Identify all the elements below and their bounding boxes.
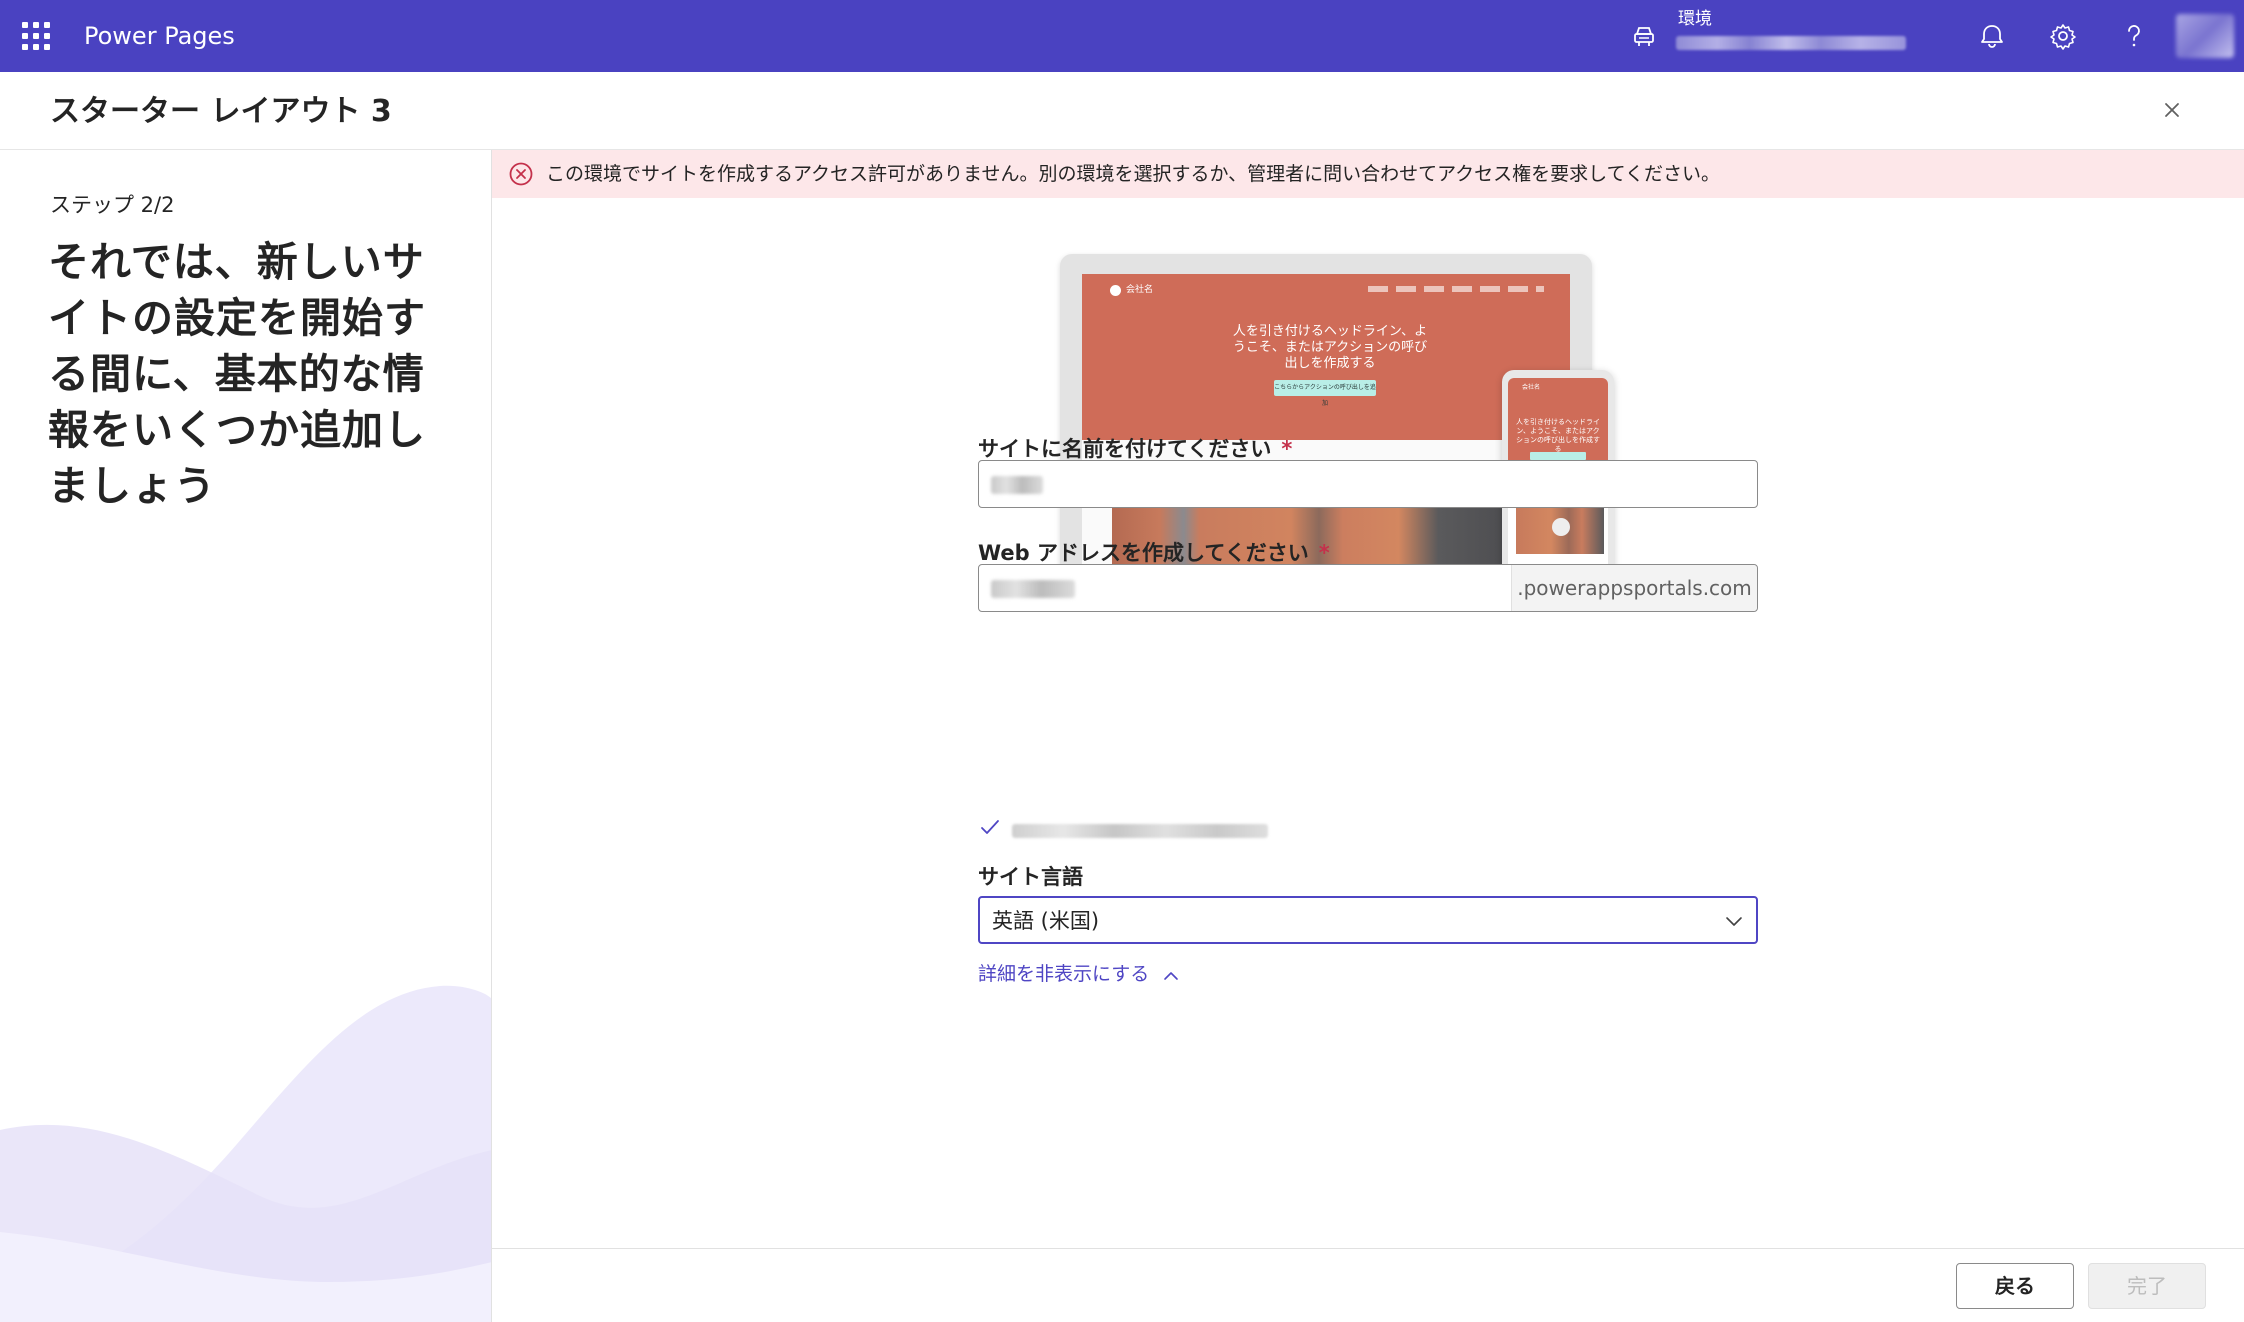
environment-name-redacted[interactable] — [1676, 36, 1906, 50]
chevron-up-icon — [1164, 971, 1179, 980]
language-label: サイト言語 — [978, 865, 1083, 889]
phone-company-name: 会社名 — [1522, 384, 1541, 391]
required-mark: * — [1318, 541, 1330, 565]
site-name-input[interactable] — [978, 460, 1758, 508]
decorative-wave — [0, 985, 491, 1322]
back-button[interactable]: 戻る — [1956, 1263, 2074, 1309]
main-content: この環境でサイトを作成するアクセス許可がありません。別の環境を選択するか、管理者… — [492, 150, 2244, 1322]
phone-headline: 人を引き付けるヘッドライン、ようこそ、またはアクションの呼び出しを作成する — [1516, 418, 1600, 453]
site-name-label: サイトに名前を付けてください * — [978, 437, 1293, 461]
dialog-header: スターター レイアウト 3 — [0, 72, 2244, 150]
page-title: スターター レイアウト 3 — [50, 94, 392, 129]
play-icon — [1552, 518, 1570, 536]
step-headline: それでは、新しいサイトの設定を開始する間に、基本的な情報をいくつか追加しましょう — [48, 238, 426, 510]
preview-headline: 人を引き付けるヘッドライン、ようこそ、またはアクションの呼び出しを作成する — [1232, 324, 1428, 371]
hide-details-link[interactable]: 詳細を非表示にする — [978, 962, 1179, 986]
environment-icon[interactable] — [1630, 22, 1658, 50]
preview-logo-icon — [1110, 285, 1121, 296]
preview-company-name: 会社名 — [1126, 285, 1154, 295]
app-name[interactable]: Power Pages — [84, 22, 235, 50]
error-banner: この環境でサイトを作成するアクセス許可がありません。別の環境を選択するか、管理者… — [492, 150, 2244, 198]
gear-icon[interactable] — [2047, 20, 2079, 52]
language-select[interactable]: 英語 (米国) — [978, 896, 1758, 944]
error-circle-icon — [509, 162, 533, 186]
bell-icon[interactable] — [1976, 20, 2008, 52]
environment-label[interactable]: 環境 — [1678, 8, 1712, 30]
step-indicator: ステップ 2/2 — [50, 193, 175, 217]
web-address-value-redacted — [991, 580, 1075, 598]
preview-cta: こちらからアクションの呼び出しを追加 — [1274, 380, 1376, 407]
preview-nav — [1368, 286, 1544, 292]
web-address-input[interactable]: .powerappsportals.com — [978, 564, 1758, 612]
waffle-icon[interactable] — [22, 22, 50, 50]
address-availability-redacted — [1012, 824, 1268, 838]
error-message: この環境でサイトを作成するアクセス許可がありません。別の環境を選択するか、管理者… — [546, 163, 1721, 185]
step-panel: ステップ 2/2 それでは、新しいサイトの設定を開始する間に、基本的な情報をいく… — [0, 150, 492, 1322]
dialog-footer: 戻る 完了 — [492, 1248, 2244, 1322]
phone-cta — [1530, 452, 1586, 460]
avatar[interactable] — [2176, 14, 2234, 58]
checkmark-icon — [981, 820, 999, 834]
app-header: Power Pages 環境 — [0, 0, 2244, 72]
required-mark: * — [1281, 437, 1293, 461]
site-name-value-redacted — [991, 476, 1043, 494]
laptop-screen: 会社名 人を引き付けるヘッドライン、ようこそ、またはアクションの呼び出しを作成す… — [1082, 274, 1570, 576]
preview-hero: 会社名 人を引き付けるヘッドライン、ようこそ、またはアクションの呼び出しを作成す… — [1082, 274, 1570, 440]
web-address-suffix: .powerappsportals.com — [1511, 565, 1757, 611]
language-selected: 英語 (米国) — [992, 909, 1100, 933]
question-icon[interactable] — [2118, 20, 2150, 52]
chevron-down-icon — [1726, 917, 1742, 926]
done-button[interactable]: 完了 — [2088, 1263, 2206, 1309]
web-address-label: Web アドレスを作成してください * — [978, 541, 1330, 565]
close-icon[interactable] — [2158, 96, 2186, 124]
